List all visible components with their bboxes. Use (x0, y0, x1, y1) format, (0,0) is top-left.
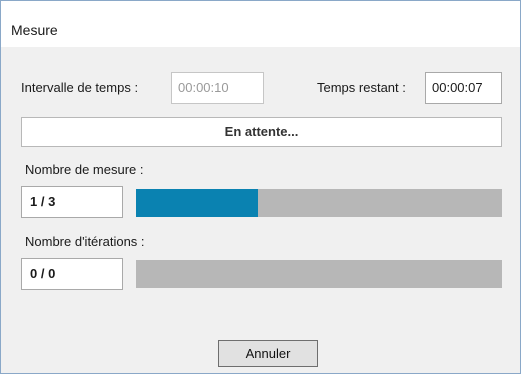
remaining-time-field[interactable]: 00:00:07 (425, 72, 502, 104)
window-title: Mesure (11, 22, 58, 38)
measures-count-label: Nombre de mesure : (25, 162, 144, 177)
measures-progress-fill (136, 189, 258, 217)
cancel-button[interactable]: Annuler (218, 340, 318, 367)
remaining-time-label: Temps restant : (317, 80, 406, 95)
measures-count-field: 1 / 3 (21, 186, 123, 218)
interval-label: Intervalle de temps : (21, 80, 139, 95)
dialog-content: Intervalle de temps : 00:00:10 Temps res… (1, 47, 520, 373)
measure-dialog: Mesure Intervalle de temps : 00:00:10 Te… (0, 0, 521, 374)
iterations-count-label: Nombre d'itérations : (25, 234, 145, 249)
measures-progress-bar (136, 189, 502, 217)
status-display: En attente... (21, 117, 502, 147)
interval-field[interactable]: 00:00:10 (171, 72, 264, 104)
iterations-count-field: 0 / 0 (21, 258, 123, 290)
title-bar: Mesure (1, 1, 520, 47)
iterations-progress-bar (136, 260, 502, 288)
